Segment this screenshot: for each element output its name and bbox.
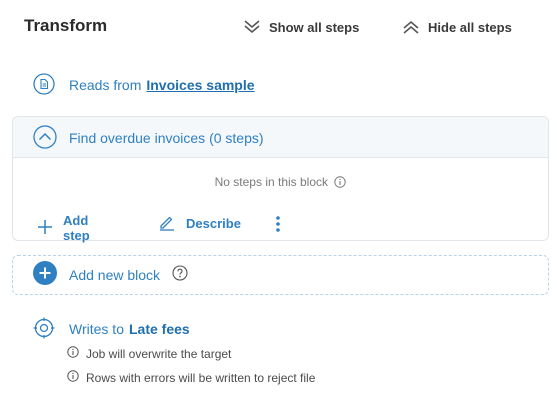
block-header: Find overdue invoices (0 steps) xyxy=(13,117,548,158)
target-prefix: Writes to xyxy=(69,321,124,337)
help-icon[interactable] xyxy=(172,264,188,286)
target-note: Rows with errors will be written to reje… xyxy=(67,370,315,385)
double-chevron-up-icon xyxy=(402,19,420,35)
target-icon xyxy=(33,317,55,342)
hide-all-steps-button[interactable]: Hide all steps xyxy=(402,16,512,38)
source-prefix: Reads from xyxy=(69,77,142,93)
target-note: Job will overwrite the target xyxy=(67,346,231,361)
pencil-icon xyxy=(158,213,176,234)
collapse-block-icon[interactable] xyxy=(33,125,57,154)
show-all-steps-button[interactable]: Show all steps xyxy=(243,16,359,38)
add-step-button[interactable]: Add step xyxy=(37,213,90,243)
plus-circle-icon xyxy=(33,260,57,290)
describe-button[interactable]: Describe xyxy=(158,213,241,234)
transform-block: Find overdue invoices (0 steps) No steps… xyxy=(12,116,549,243)
empty-block-message: No steps in this block xyxy=(13,175,548,191)
transform-panel: Transform Show all steps Hide all steps xyxy=(0,0,557,396)
describe-label: Describe xyxy=(186,216,241,231)
info-icon xyxy=(67,370,79,385)
double-chevron-down-icon xyxy=(243,19,261,35)
panel-header: Transform Show all steps Hide all steps xyxy=(0,0,557,52)
add-step-label: Add step xyxy=(63,213,90,243)
block-title[interactable]: Find overdue invoices (0 steps) xyxy=(69,130,264,146)
info-icon xyxy=(67,346,79,361)
source-row: Reads from Invoices sample xyxy=(33,72,255,98)
hide-all-steps-label: Hide all steps xyxy=(428,19,512,35)
add-new-block-label: Add new block xyxy=(69,267,161,283)
empty-block-text: No steps in this block xyxy=(214,175,329,189)
target-note-text: Job will overwrite the target xyxy=(86,346,232,361)
target-row: Writes to Late fees xyxy=(33,317,190,341)
target-name: Late fees xyxy=(128,321,190,337)
source-link[interactable]: Invoices sample xyxy=(146,77,254,93)
show-all-steps-label: Show all steps xyxy=(269,19,360,35)
more-options-icon[interactable] xyxy=(275,215,281,238)
add-new-block-button[interactable]: Add new block xyxy=(12,255,549,295)
target-note-text: Rows with errors will be written to reje… xyxy=(86,370,316,385)
plus-icon xyxy=(37,219,53,238)
info-icon[interactable] xyxy=(334,176,347,191)
panel-title: Transform xyxy=(24,16,108,35)
document-icon xyxy=(33,72,55,98)
